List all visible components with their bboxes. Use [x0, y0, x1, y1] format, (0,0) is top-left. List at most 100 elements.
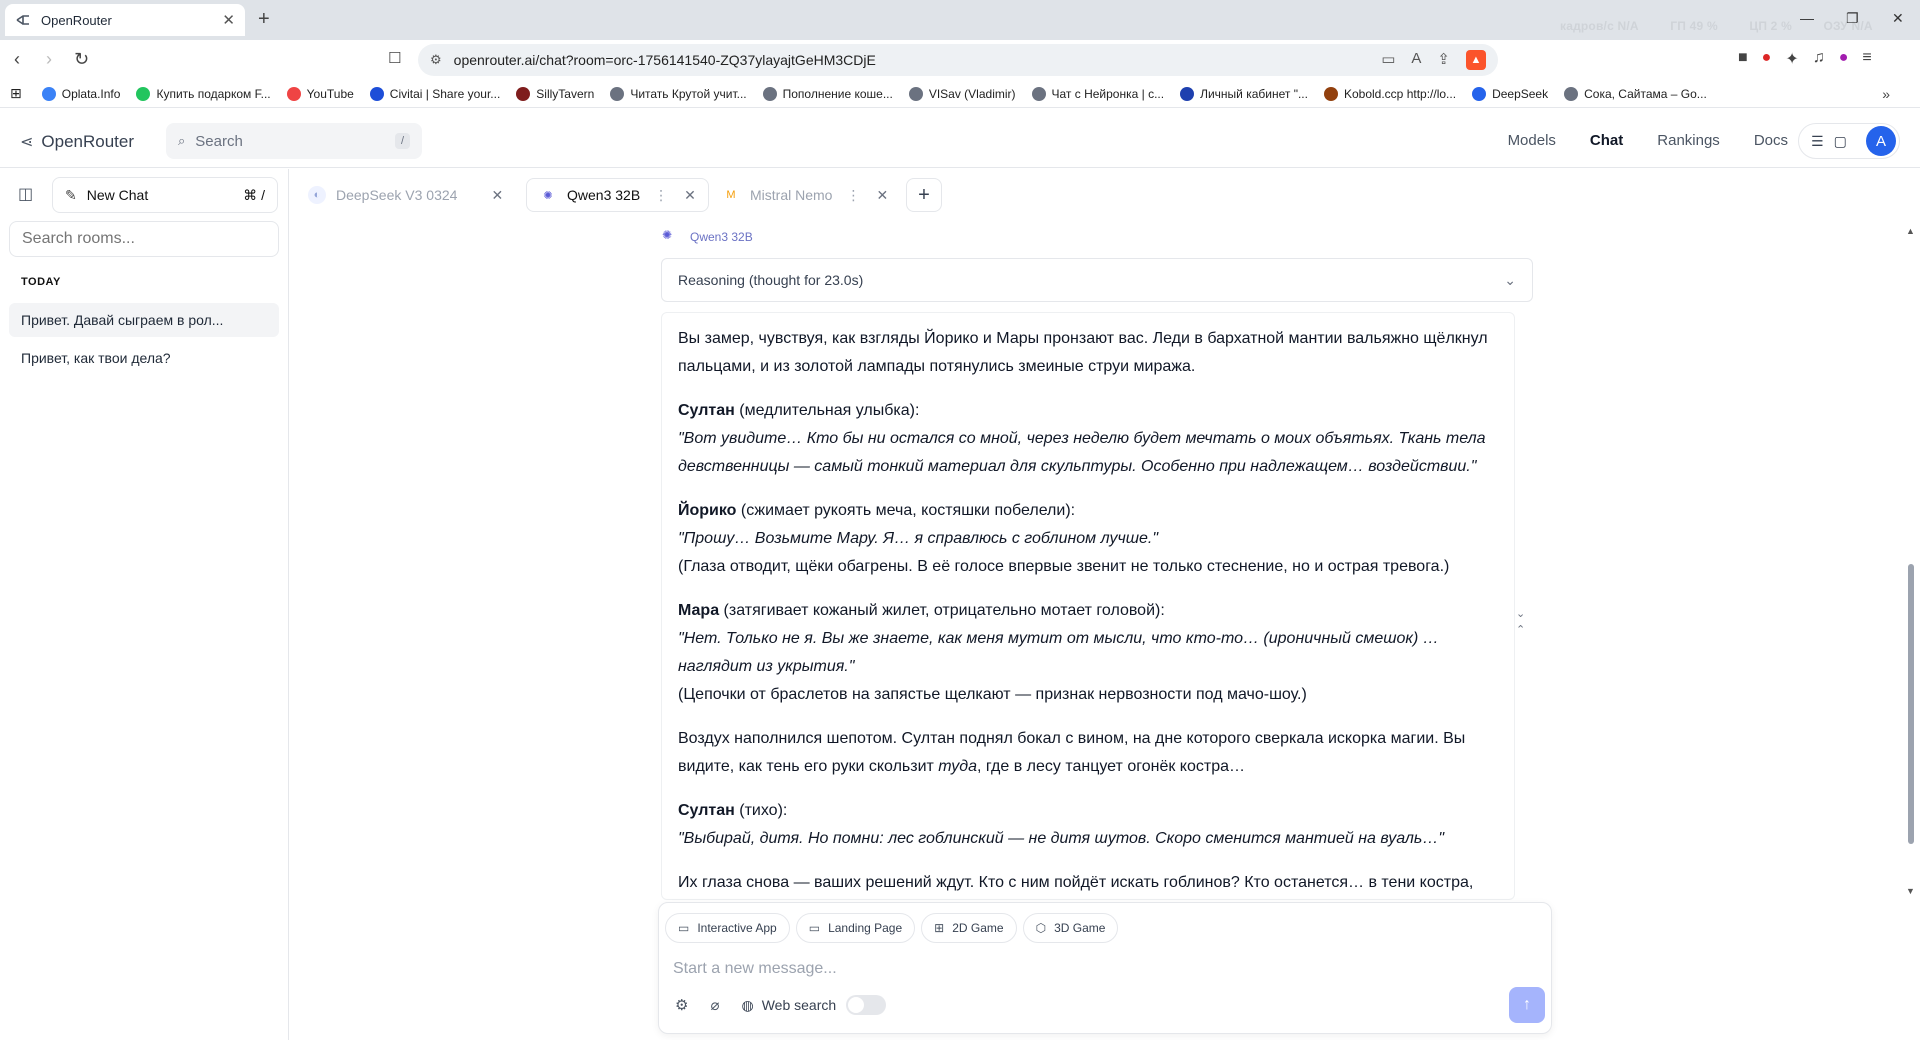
bookmark-favicon-icon: [1031, 86, 1046, 101]
nav-rankings[interactable]: Rankings: [1657, 132, 1720, 149]
tab-menu-icon[interactable]: ⋮: [654, 187, 668, 204]
bookmark-item[interactable]: Civitai | Share your...: [369, 86, 500, 101]
close-tab-icon[interactable]: ✕: [684, 187, 696, 204]
nav-chat[interactable]: Chat: [1590, 132, 1623, 149]
message-text: Их глаза снова — ваших решений ждут. Кто…: [678, 874, 1474, 891]
new-tab-button[interactable]: +: [258, 8, 270, 30]
brave-shields-icon[interactable]: ▲: [1466, 50, 1486, 70]
room-item[interactable]: Привет. Давай сыграем в рол...: [9, 303, 279, 337]
share-icon[interactable]: ⇪: [1437, 50, 1450, 70]
maximize-button[interactable]: ❐: [1846, 10, 1859, 27]
page-scrollbar[interactable]: ▲ ▼: [1906, 220, 1915, 900]
bookmark-icon[interactable]: ☐: [388, 49, 401, 67]
close-window-button[interactable]: ✕: [1892, 10, 1904, 27]
tab-menu-icon[interactable]: ⋮: [846, 187, 860, 204]
speaker-name: Йорико: [678, 502, 737, 519]
back-icon[interactable]: ‹: [14, 49, 20, 70]
globe-icon: ◍: [741, 996, 754, 1013]
scrollbar-thumb[interactable]: [1908, 564, 1914, 844]
new-chat-shortcut: ⌘ /: [243, 186, 265, 203]
message-paragraph: Султан (тихо): "Выбирай, дитя. Но помни: …: [678, 797, 1498, 853]
install-app-icon[interactable]: ▭: [1381, 50, 1395, 70]
minimize-button[interactable]: —: [1800, 10, 1814, 26]
avatar[interactable]: A: [1866, 126, 1896, 156]
chip-label: Landing Page: [828, 921, 903, 935]
add-model-tab-button[interactable]: +: [906, 178, 942, 212]
tab-qwen[interactable]: ✺ Qwen3 32B ⋮ ✕: [526, 178, 709, 212]
scroll-down-icon[interactable]: ▼: [1906, 886, 1915, 896]
dialogue-text: "Прошу… Возьмите Мару. Я… я справлюсь с …: [678, 530, 1159, 547]
room-title: Привет. Давай сыграем в рол...: [21, 312, 224, 328]
new-chat-button[interactable]: ✎ New Chat ⌘ /: [52, 177, 278, 213]
bookmarks-overflow-icon[interactable]: »: [1882, 86, 1890, 102]
attach-icon[interactable]: ⌀: [710, 996, 719, 1014]
media-icon[interactable]: ♫: [1813, 49, 1825, 69]
nav-models[interactable]: Models: [1508, 132, 1556, 149]
wallet-icon[interactable]: ■: [1738, 49, 1748, 69]
chip-landing-page[interactable]: ▭ Landing Page: [795, 913, 916, 943]
message-text: (сжимает рукоять меча, костяшки побелели…: [736, 502, 1076, 519]
bookmark-label: Kobold.ccp http://lo...: [1343, 86, 1457, 101]
vpn-icon[interactable]: ●: [1762, 49, 1772, 69]
bookmark-item[interactable]: Сока, Сайтама – Go...: [1564, 86, 1707, 101]
message-input[interactable]: [673, 955, 1533, 983]
room-item[interactable]: Привет, как твои дела?: [9, 341, 279, 375]
send-button[interactable]: ↑: [1509, 987, 1545, 1023]
message-scroll-arrows[interactable]: ⌄ ⌃: [1516, 606, 1525, 638]
settings-icon[interactable]: ⚙: [675, 996, 688, 1014]
feedback-icon[interactable]: ▢: [1834, 133, 1847, 150]
logo[interactable]: ⋖ OpenRouter: [20, 132, 134, 152]
tab-mistral[interactable]: M Mistral Nemo ⋮ ✕: [710, 178, 900, 212]
web-search-switch[interactable]: [846, 995, 887, 1015]
bookmark-item[interactable]: Читать Крутой учит...: [610, 86, 747, 101]
bookmark-item[interactable]: Oplata.Info: [41, 86, 120, 101]
bookmark-item[interactable]: SillyTavern: [516, 86, 594, 101]
translate-icon[interactable]: A: [1411, 50, 1421, 70]
openrouter-favicon-icon: [16, 15, 29, 25]
close-tab-icon[interactable]: ✕: [222, 11, 235, 29]
bookmark-favicon-icon: [286, 86, 301, 101]
message-model-label: ✺ Qwen3 32B: [662, 228, 753, 246]
chip-interactive-app[interactable]: ▭ Interactive App: [665, 913, 790, 943]
bookmark-favicon-icon: [516, 86, 531, 101]
app-header: ⋖ OpenRouter ⌕ Search / Models Chat Rank…: [0, 118, 1920, 168]
bookmark-item[interactable]: YouTube: [286, 86, 354, 101]
site-info-icon[interactable]: ⚙: [430, 52, 442, 68]
bookmark-item[interactable]: Пополнение коше...: [762, 86, 893, 101]
dialogue-text: туда: [938, 758, 977, 775]
chip-3d-game[interactable]: ⬡ 3D Game: [1022, 913, 1119, 943]
apps-icon[interactable]: ⊞: [10, 85, 22, 102]
bookmark-item[interactable]: VISav (Vladimir): [908, 86, 1016, 101]
bookmark-item[interactable]: Личный кабинет "...: [1180, 86, 1308, 101]
browser-tab[interactable]: OpenRouter ✕: [5, 4, 245, 36]
close-tab-icon[interactable]: ✕: [876, 187, 888, 204]
speaker-name: Султан: [678, 802, 735, 819]
room-search-input[interactable]: [9, 221, 279, 257]
url-text[interactable]: openrouter.ai/chat?room=orc-1756141540-Z…: [454, 52, 876, 68]
bookmarks-bar: ⊞ Oplata.Info Купить подарком F... YouTube…: [0, 80, 1920, 108]
menu-icon[interactable]: ≡: [1862, 49, 1871, 69]
bookmark-item[interactable]: Чат с Нейронка | с...: [1031, 86, 1164, 101]
nav-docs[interactable]: Docs: [1754, 132, 1788, 149]
omnibox[interactable]: ⚙ openrouter.ai/chat?room=orc-1756141540…: [418, 44, 1498, 76]
sidebar-toggle-icon[interactable]: ◫: [18, 184, 33, 204]
web-search-toggle[interactable]: ◍ Web search: [741, 995, 887, 1015]
forward-icon[interactable]: ›: [46, 49, 52, 70]
section-today: TODAY: [21, 276, 61, 288]
bookmark-item[interactable]: Купить подарком F...: [136, 86, 271, 101]
profile-icon[interactable]: ●: [1839, 49, 1849, 69]
scroll-up-icon[interactable]: ▲: [1906, 226, 1915, 236]
tab-deepseek[interactable]: ◐ DeepSeek V3 0324 ✕: [296, 178, 515, 212]
reasoning-toggle[interactable]: Reasoning (thought for 23.0s) ⌄: [661, 258, 1533, 302]
chip-2d-game[interactable]: ⊞ 2D Game: [921, 913, 1017, 943]
bookmark-favicon-icon: [369, 86, 384, 101]
bookmark-favicon-icon: [610, 86, 625, 101]
bookmark-item[interactable]: DeepSeek: [1472, 86, 1548, 101]
bookmark-item[interactable]: Kobold.ccp http://lo...: [1323, 86, 1457, 101]
grid-icon: ⊞: [934, 921, 945, 935]
reload-icon[interactable]: ↻: [74, 49, 89, 70]
close-tab-icon[interactable]: ✕: [491, 187, 503, 204]
hamburger-icon[interactable]: ☰: [1811, 133, 1824, 150]
extensions-icon[interactable]: ✦: [1785, 49, 1798, 69]
global-search[interactable]: ⌕ Search /: [166, 123, 422, 159]
